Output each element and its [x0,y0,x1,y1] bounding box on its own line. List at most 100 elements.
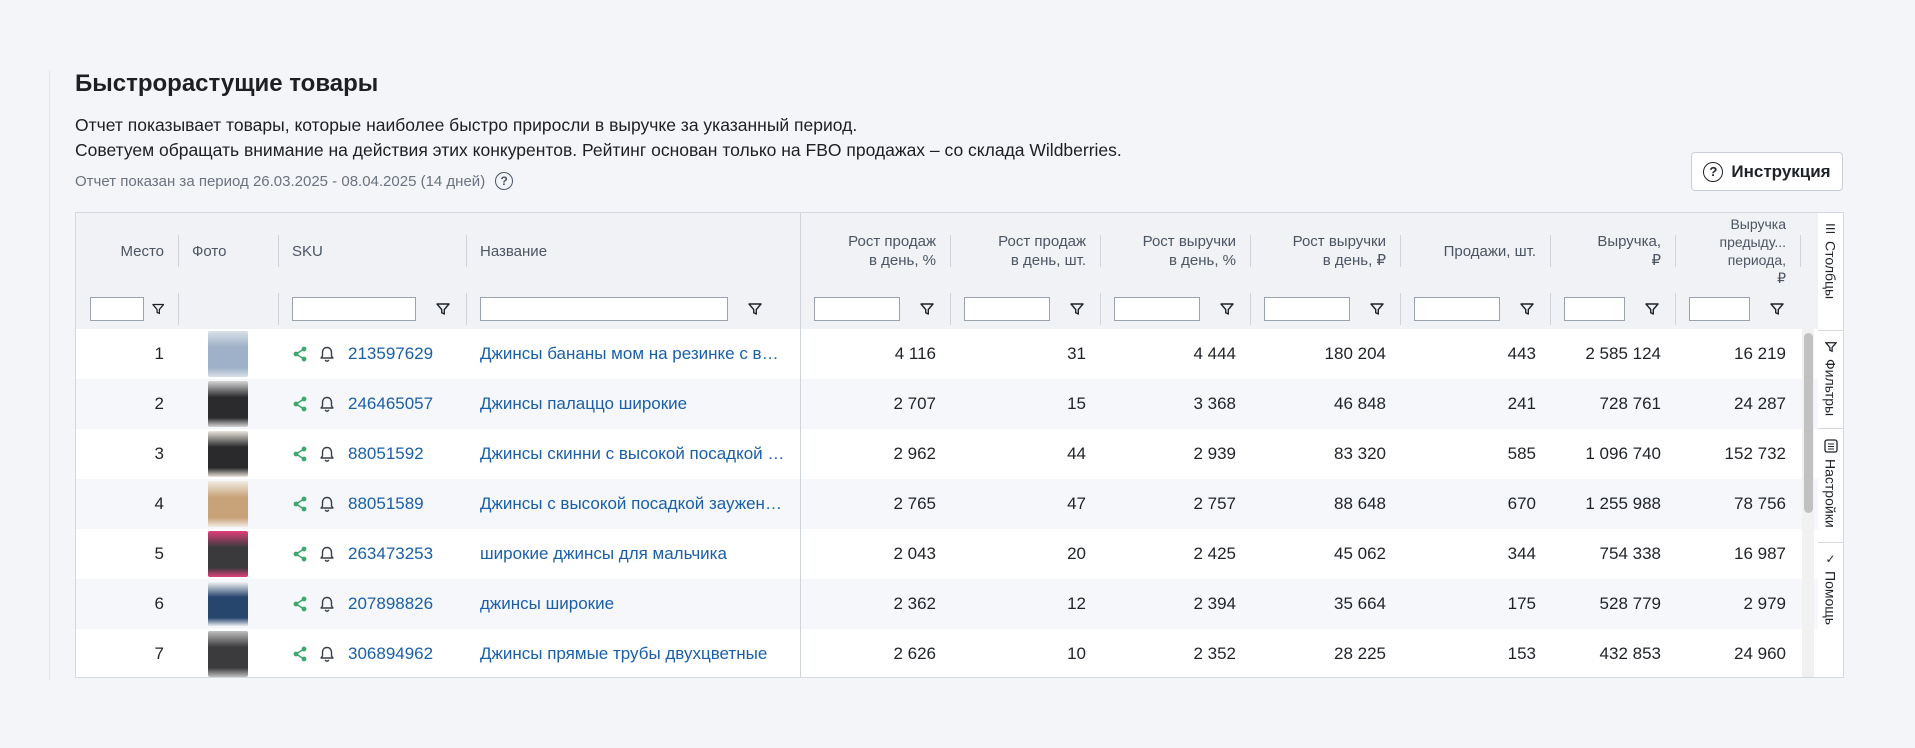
filter-input[interactable] [1689,297,1750,321]
product-name-link[interactable]: Джинсы палаццо широкие [480,394,687,414]
filter-sku-input[interactable] [292,297,416,321]
cell-revenue-prev: 24 287 [1734,394,1786,413]
filter-icon[interactable] [1070,302,1084,316]
filter-name-input[interactable] [480,297,728,321]
cell-sales-growth-pct: 4 116 [894,344,936,363]
filter-input[interactable] [1414,297,1500,321]
instruction-button[interactable]: ? Инструкция [1691,152,1843,191]
product-photo[interactable] [208,531,248,577]
column-separator[interactable] [1800,235,1801,267]
bell-icon[interactable] [318,645,336,663]
cell-revenue-prev: 78 756 [1734,494,1786,513]
filter-name [466,289,800,329]
product-name-link[interactable]: широкие джинсы для мальчика [480,544,727,564]
column-header-revenue-prev[interactable]: Выручка предыду... периода, ₽ [1675,213,1800,289]
filter-icon[interactable] [1645,302,1659,316]
bell-icon[interactable] [318,545,336,563]
filter-input[interactable] [1264,297,1350,321]
product-photo[interactable] [208,581,248,627]
cell-sku: 207898826 [278,579,466,629]
table-row[interactable]: 2 246465057 Джинсы палаццо широкие 2 707 15 3… [76,379,1818,430]
table-row[interactable]: 1 213597629 Джинсы бананы мом на резинке с… [76,329,1818,380]
product-photo[interactable] [208,631,248,677]
bell-icon[interactable] [318,495,336,513]
product-photo[interactable] [208,331,248,377]
cell-sales-growth-pct: 2 626 [893,644,936,663]
column-header-name[interactable]: Название [466,213,800,289]
filter-icon[interactable] [1220,302,1234,316]
share-icon[interactable] [292,346,308,362]
cell-revenue-prev: 152 732 [1724,444,1786,463]
sku-link[interactable]: 263473253 [348,544,433,564]
check-icon: ✓ [1825,552,1836,566]
filter-icon[interactable] [920,302,934,316]
cell-sales-growth-pcs: 10 [1067,644,1086,663]
column-header-revenue[interactable]: Выручка, ₽ [1550,213,1675,289]
cell-name: Джинсы палаццо широкие [466,379,800,429]
filter-icon[interactable] [1370,302,1384,316]
filter-icon[interactable] [151,302,164,316]
product-photo[interactable] [208,431,248,477]
product-name-link[interactable]: Джинсы прямые трубы двухцветные [480,644,767,664]
bell-icon[interactable] [318,345,336,363]
share-icon[interactable] [292,396,308,412]
filter-icon[interactable] [1520,302,1534,316]
share-icon[interactable] [292,446,308,462]
table-row[interactable]: 3 88051592 Джинсы скинни с высокой посадко… [76,429,1818,480]
column-header-sku[interactable]: SKU [278,213,466,289]
column-header-photo[interactable]: Фото [178,213,278,289]
column-header-revenue-growth-rub[interactable]: Рост выручки в день, ₽ [1250,213,1400,289]
product-name-link[interactable]: Джинсы бананы мом на резинке с высокой п… [480,344,786,364]
filter-icon[interactable] [748,302,762,316]
share-icon[interactable] [292,596,308,612]
column-header-sales-growth-pct[interactable]: Рост продаж в день, % [800,213,950,289]
filter-icon[interactable] [436,302,450,316]
share-icon[interactable] [292,546,308,562]
cell-place: 1 [154,344,164,363]
filter-input[interactable] [1564,297,1625,321]
sidebar-tab-filters[interactable]: Фильтры [1818,331,1843,429]
cell-name: широкие джинсы для мальчика [466,529,800,579]
filter-input[interactable] [964,297,1050,321]
product-photo[interactable] [208,381,248,427]
cell-sales-growth-pct: 2 707 [893,394,936,413]
sku-link[interactable]: 88051592 [348,444,424,464]
cell-sku: 88051592 [278,429,466,479]
sidebar-tab-settings[interactable]: Настройки [1818,429,1843,543]
sidebar-tab-help[interactable]: ✓ Помощь [1818,543,1843,679]
sku-link[interactable]: 246465057 [348,394,433,414]
sku-link[interactable]: 88051589 [348,494,424,514]
table-row[interactable]: 5 263473253 широкие джинсы для мальчика 2 0… [76,529,1818,580]
scrollbar-thumb[interactable] [1804,333,1813,513]
bell-icon[interactable] [318,445,336,463]
product-name-link[interactable]: Джинсы с высокой посадкой зауженные [480,494,786,514]
product-name-link[interactable]: джинсы широкие [480,594,614,614]
column-header-sales-growth-pcs[interactable]: Рост продаж в день, шт. [950,213,1100,289]
table-row[interactable]: 6 207898826 джинсы широкие 2 362 12 2 394 35 6… [76,579,1818,630]
bell-icon[interactable] [318,395,336,413]
filter-icon[interactable] [1770,302,1784,316]
filter-place-input[interactable] [90,297,144,321]
column-header-place[interactable]: Место [76,213,178,289]
filter-input[interactable] [814,297,900,321]
column-header-revenue-growth-pct[interactable]: Рост выручки в день, % [1100,213,1250,289]
cell-revenue: 1 096 740 [1585,444,1661,463]
cell-revenue-growth-pct: 2 425 [1193,544,1236,563]
sku-link[interactable]: 306894962 [348,644,433,664]
bell-icon[interactable] [318,595,336,613]
cell-sku: 88051589 [278,479,466,529]
cell-place: 3 [154,444,164,463]
table-row[interactable]: 4 88051589 Джинсы с высокой посадкой зауже… [76,479,1818,530]
product-name-link[interactable]: Джинсы скинни с высокой посадкой черные [480,444,786,464]
sku-link[interactable]: 207898826 [348,594,433,614]
sidebar-tab-columns[interactable]: ☰ Столбцы [1818,213,1843,331]
page-title: Быстрорастущие товары [75,70,379,97]
help-icon[interactable]: ? [495,172,514,190]
sku-link[interactable]: 213597629 [348,344,433,364]
share-icon[interactable] [292,646,308,662]
filter-input[interactable] [1114,297,1200,321]
share-icon[interactable] [292,496,308,512]
product-photo[interactable] [208,481,248,527]
table-row[interactable]: 7 306894962 Джинсы прямые трубы двухцветны… [76,629,1818,677]
column-header-sales-pcs[interactable]: Продажи, шт. [1400,213,1550,289]
